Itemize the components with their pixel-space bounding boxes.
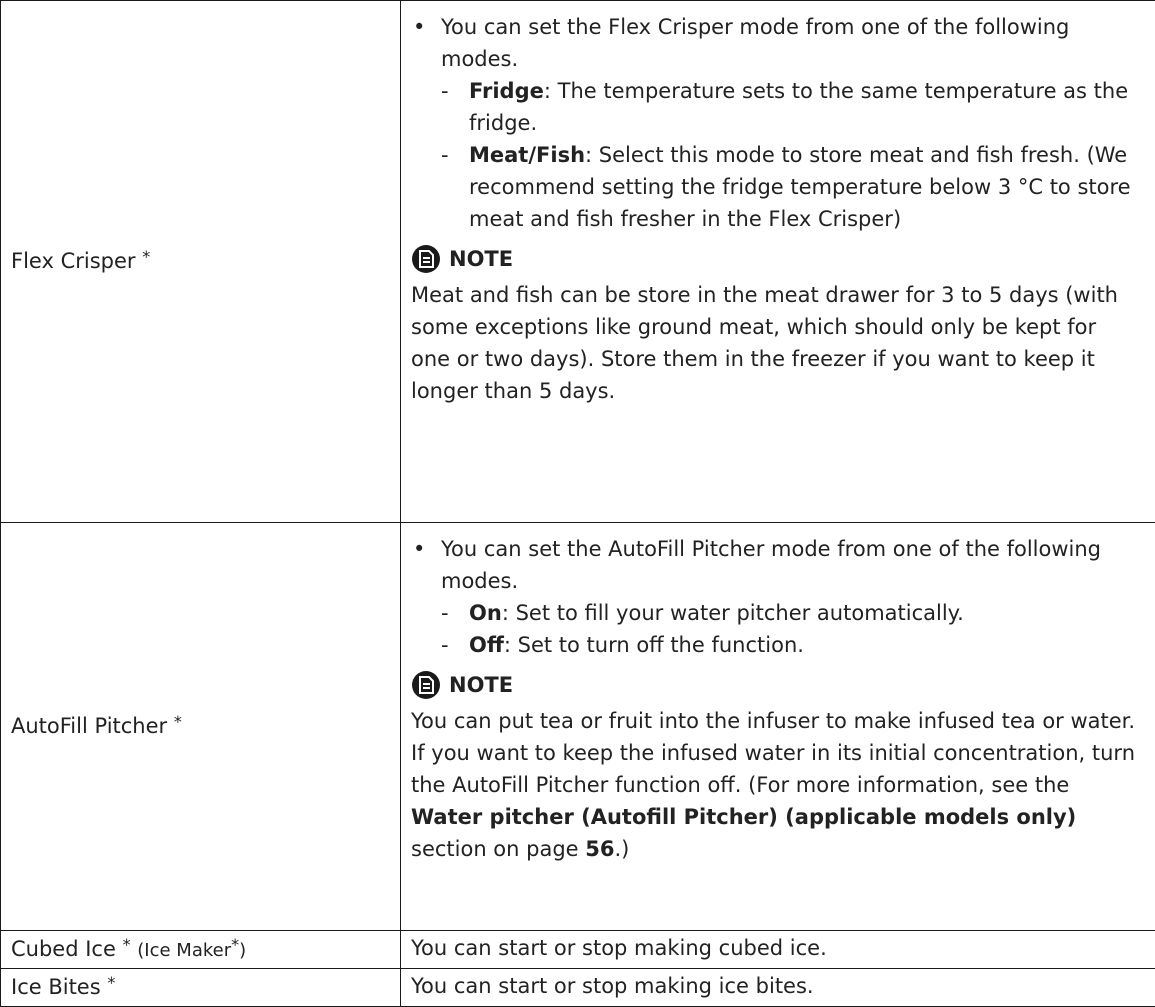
asterisk: * (231, 935, 239, 954)
feature-suffix: (Ice Maker (137, 940, 231, 961)
note-title: NOTE (449, 669, 513, 701)
feature-name: Cubed Ice (11, 937, 116, 961)
document-note-icon (411, 670, 441, 700)
mode-text: : Set to fill your water pitcher automat… (502, 601, 964, 625)
table-row: Ice Bites * You can start or stop making… (1, 969, 1155, 1007)
dash-mark: - (441, 75, 469, 139)
asterisk: * (107, 973, 115, 992)
page-reference-link[interactable]: 56 (585, 837, 614, 861)
feature-name: AutoFill Pitcher (11, 714, 167, 738)
mode-item: - Meat/Fish: Select this mode to store m… (411, 139, 1141, 235)
mode-text-wrap: Off: Set to turn off the function. (469, 629, 804, 661)
description-cell: You can start or stop making cubed ice. (401, 931, 1155, 969)
note-text: section on page (411, 837, 585, 861)
mode-text: : The temperature sets to the same tempe… (469, 79, 1128, 135)
document-note-icon (411, 244, 441, 274)
feature-name-cell: AutoFill Pitcher * (1, 523, 401, 931)
mode-text-wrap: Fridge: The temperature sets to the same… (469, 75, 1141, 139)
bullet-item: • You can set the Flex Crisper mode from… (411, 11, 1141, 75)
note-body: Meat and fish can be store in the meat d… (411, 279, 1141, 407)
bullet-item: • You can set the AutoFill Pitcher mode … (411, 533, 1141, 597)
feature-name: Ice Bites (11, 975, 101, 999)
table-row: Flex Crisper * • You can set the Flex Cr… (1, 1, 1155, 523)
description-cell: • You can set the AutoFill Pitcher mode … (401, 523, 1155, 931)
features-table: Flex Crisper * • You can set the Flex Cr… (0, 0, 1155, 1007)
mode-text-wrap: On: Set to fill your water pitcher autom… (469, 597, 964, 629)
note-text: .) (615, 837, 630, 861)
note-title: NOTE (449, 243, 513, 275)
mode-item: - On: Set to fill your water pitcher aut… (411, 597, 1141, 629)
mode-name: Fridge (469, 79, 544, 103)
bullet-text: You can set the Flex Crisper mode from o… (441, 11, 1141, 75)
note-body: You can put tea or fruit into the infuse… (411, 705, 1141, 865)
description-cell: You can start or stop making ice bites. (401, 969, 1155, 1007)
mode-name: On (469, 601, 502, 625)
feature-name-cell: Cubed Ice * (Ice Maker*) (1, 931, 401, 969)
feature-suffix-close: ) (239, 940, 246, 961)
description-text: You can start or stop making ice bites. (411, 974, 814, 998)
section-reference-link[interactable]: Water pitcher (Autofill Pitcher) (applic… (411, 805, 1076, 829)
dash-mark: - (441, 139, 469, 235)
asterisk: * (123, 935, 131, 954)
note-header: NOTE (411, 243, 1141, 275)
table-row: AutoFill Pitcher * • You can set the Aut… (1, 523, 1155, 931)
feature-name-cell: Flex Crisper * (1, 1, 401, 523)
note-header: NOTE (411, 669, 1141, 701)
asterisk: * (174, 712, 182, 731)
bullet-mark: • (413, 11, 441, 75)
description-text: You can start or stop making cubed ice. (411, 936, 827, 960)
bullet-text: You can set the AutoFill Pitcher mode fr… (441, 533, 1141, 597)
note-text: You can put tea or fruit into the infuse… (411, 709, 1135, 797)
feature-name: Flex Crisper (11, 249, 136, 273)
mode-item: - Fridge: The temperature sets to the sa… (411, 75, 1141, 139)
description-cell: • You can set the Flex Crisper mode from… (401, 1, 1155, 523)
feature-name-cell: Ice Bites * (1, 969, 401, 1007)
mode-name: Off (469, 633, 504, 657)
asterisk: * (142, 247, 150, 266)
dash-mark: - (441, 597, 469, 629)
mode-text-wrap: Meat/Fish: Select this mode to store mea… (469, 139, 1141, 235)
table-row: Cubed Ice * (Ice Maker*) You can start o… (1, 931, 1155, 969)
mode-name: Meat/Fish (469, 143, 585, 167)
mode-item: - Off: Set to turn off the function. (411, 629, 1141, 661)
bullet-mark: • (413, 533, 441, 597)
mode-text: : Set to turn off the function. (504, 633, 804, 657)
dash-mark: - (441, 629, 469, 661)
